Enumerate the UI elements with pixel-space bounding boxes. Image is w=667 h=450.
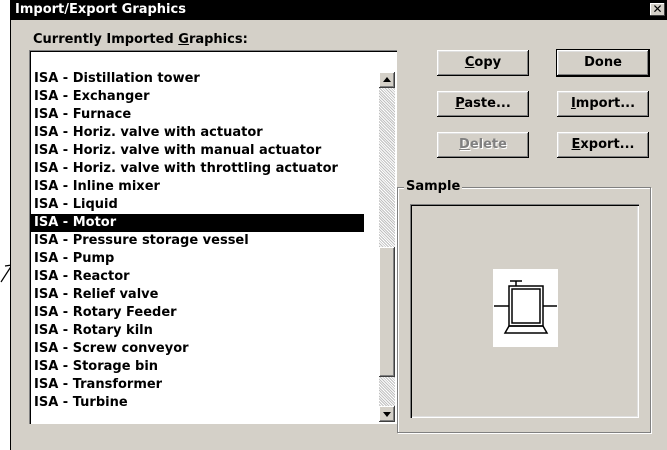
- list-item[interactable]: ISA - Motor: [31, 214, 364, 232]
- list-item[interactable]: ISA - Furnace: [31, 106, 364, 124]
- arrow-down-icon: [383, 412, 391, 417]
- list-item[interactable]: ISA - Exchanger: [31, 88, 364, 106]
- list-item[interactable]: ISA - Relief valve: [31, 286, 364, 304]
- motor-symbol-icon: [494, 280, 557, 334]
- list-item[interactable]: ISA - Pump: [31, 250, 364, 268]
- list-item[interactable]: ISA - Pressure storage vessel: [31, 232, 364, 250]
- list-item[interactable]: ISA - Inline mixer: [31, 178, 364, 196]
- list-item[interactable]: ISA - Turbine: [31, 394, 364, 412]
- vertical-scrollbar[interactable]: [379, 72, 395, 422]
- sample-image: [493, 269, 558, 347]
- export-button[interactable]: Export...: [557, 132, 649, 158]
- list-item[interactable]: ISA - Transformer: [31, 376, 364, 394]
- import-button[interactable]: Import...: [557, 91, 649, 117]
- import-export-dialog: Import/Export Graphics ✕ Currently Impor…: [10, 0, 667, 450]
- scroll-down-button[interactable]: [379, 406, 395, 422]
- list-item[interactable]: ISA - Horiz. valve with manual actuator: [31, 142, 364, 160]
- list-item[interactable]: ISA - Rotary kiln: [31, 322, 364, 340]
- delete-button[interactable]: Delete: [437, 132, 529, 158]
- scroll-up-button[interactable]: [379, 72, 395, 88]
- list-item[interactable]: ISA - Liquid: [31, 196, 364, 214]
- list-item[interactable]: ISA - Storage bin: [31, 358, 364, 376]
- list-item[interactable]: ISA - Horiz. valve with throttling actua…: [31, 160, 364, 178]
- dialog-title: Import/Export Graphics: [15, 2, 186, 17]
- list-item[interactable]: ISA - Reactor: [31, 268, 364, 286]
- scroll-thumb[interactable]: [379, 247, 395, 377]
- close-icon: ✕: [652, 2, 663, 16]
- graphics-list-items: ISA - Distillation tower ISA - Exchanger I…: [31, 70, 364, 412]
- sample-legend: Sample: [404, 179, 463, 195]
- list-item[interactable]: ISA - Rotary Feeder: [31, 304, 364, 322]
- copy-button[interactable]: Copy: [437, 50, 529, 76]
- done-button[interactable]: Done: [557, 50, 649, 76]
- title-bar: Import/Export Graphics ✕: [11, 0, 667, 20]
- arrow-up-icon: [383, 77, 391, 82]
- list-item[interactable]: ISA - Horiz. valve with actuator: [31, 124, 364, 142]
- graphics-listbox[interactable]: ISA - Distillation tower ISA - Exchanger I…: [29, 50, 397, 424]
- close-button[interactable]: ✕: [650, 3, 665, 16]
- paste-button[interactable]: Paste...: [437, 91, 529, 117]
- list-item[interactable]: ISA - Screw conveyor: [31, 340, 364, 358]
- graphics-list-label: Currently Imported Graphics:: [33, 32, 248, 47]
- list-item[interactable]: ISA - Distillation tower: [31, 70, 364, 88]
